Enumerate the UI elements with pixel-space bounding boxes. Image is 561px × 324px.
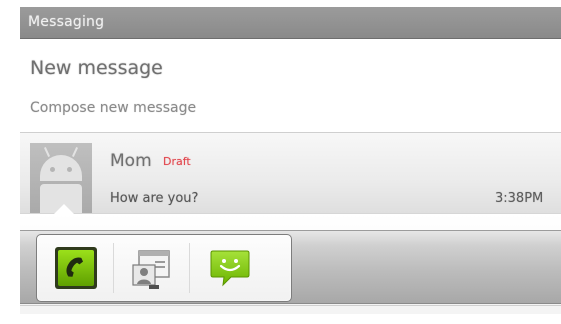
quick-contact-pointer (54, 204, 74, 214)
android-eye-right (67, 167, 72, 172)
android-antenna-right (71, 147, 79, 157)
action-separator (189, 243, 190, 293)
draft-label: Draft (163, 155, 191, 168)
message-button[interactable] (207, 245, 253, 291)
title-bar: Messaging (20, 7, 561, 39)
phone-icon (55, 247, 97, 289)
android-placeholder-icon (40, 155, 82, 181)
contact-name: Mom (110, 151, 152, 171)
app-title: Messaging (28, 14, 105, 30)
contact-card-icon (132, 250, 170, 289)
action-separator (113, 243, 114, 293)
call-button[interactable] (53, 245, 99, 291)
contact-card-button[interactable] (129, 245, 175, 291)
conversation-item[interactable]: Mom Draft How are you? 3:38PM (20, 133, 561, 215)
new-message-subtitle: Compose new message (30, 100, 197, 116)
new-message-item[interactable]: New message Compose new message (20, 40, 561, 132)
android-antenna-left (43, 147, 51, 157)
quick-contact-tray (36, 234, 292, 302)
android-eye-left (50, 167, 55, 172)
quick-contact-panel (20, 204, 561, 314)
message-preview: How are you? (110, 191, 199, 206)
quick-contact-footer (20, 305, 561, 314)
new-message-title: New message (30, 57, 163, 79)
sms-icon (210, 250, 250, 287)
message-time: 3:38PM (495, 191, 544, 206)
screen: Messaging New message Compose new messag… (0, 0, 561, 324)
